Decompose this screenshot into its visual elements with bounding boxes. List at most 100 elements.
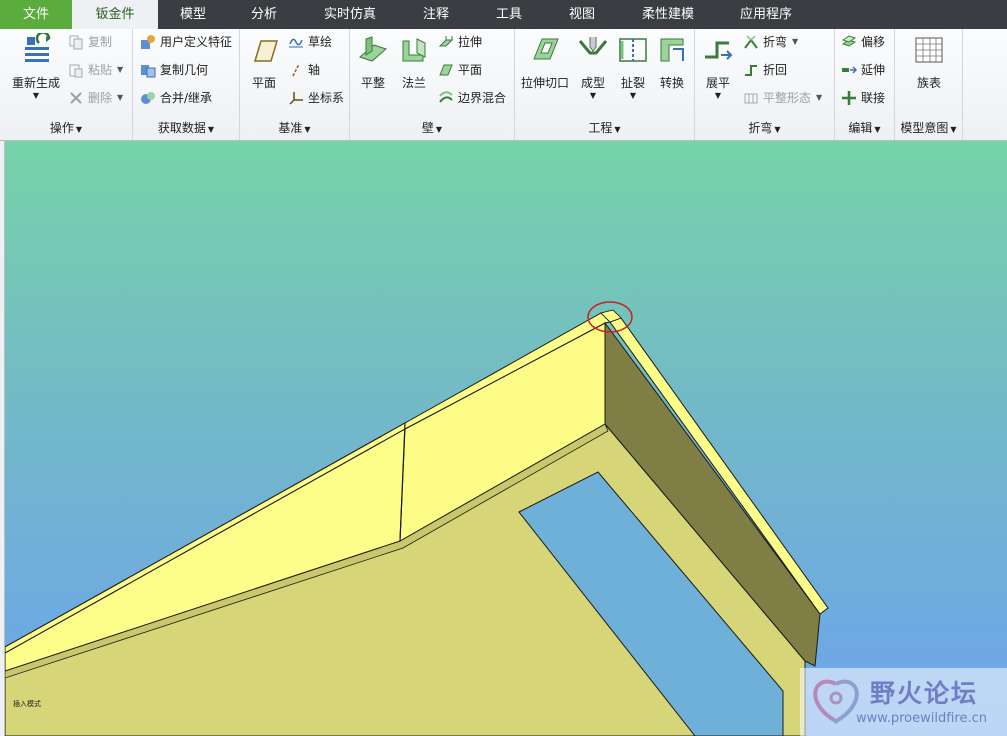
rip-icon — [619, 38, 647, 62]
watermark: 野火论坛 www.proewildfire.cn — [800, 668, 1007, 736]
unbend-button[interactable]: 展平 ▼ — [699, 33, 737, 101]
datum-plane-button[interactable]: 平面 — [244, 33, 284, 91]
watermark-title: 野火论坛 — [870, 679, 979, 708]
mode-status-text: 插入模式 — [13, 700, 41, 708]
sheetmetal-model[interactable] — [5, 141, 1007, 736]
chevron-down-icon: ▼ — [774, 125, 781, 134]
convert-button[interactable]: 转换 — [653, 33, 691, 91]
tab-model[interactable]: 模型 — [158, 0, 228, 29]
user-defined-feature-button[interactable]: 用户定义特征 — [140, 31, 232, 53]
tab-file[interactable]: 文件 — [0, 0, 72, 29]
group-get-data: 用户定义特征 复制几何 合并/继承 获取数据 ▼ — [133, 29, 240, 140]
chevron-down-icon: ▼ — [714, 91, 722, 100]
group-label-model-intent[interactable]: 模型意图 ▼ — [895, 119, 962, 136]
group-label-operations[interactable]: 操作 ▼ — [0, 119, 132, 136]
chevron-down-icon: ▼ — [117, 65, 124, 74]
regenerate-icon — [25, 31, 51, 62]
flat-pattern-icon — [744, 93, 758, 104]
chevron-down-icon: ▼ — [614, 125, 621, 134]
family-table-button[interactable]: 族表 — [909, 33, 949, 91]
rip-button[interactable]: 扯裂 ▼ — [615, 33, 651, 101]
tab-flexible-modeling[interactable]: 柔性建模 — [618, 0, 718, 29]
chevron-down-icon: ▼ — [117, 93, 124, 102]
boundary-blend-icon — [439, 91, 453, 103]
group-label-wall[interactable]: 壁 ▼ — [350, 119, 514, 136]
paste-icon — [69, 64, 83, 78]
merge-icon — [141, 92, 155, 104]
regenerate-button[interactable]: 重新生成 ▼ — [8, 31, 64, 101]
offset-button[interactable]: 偏移 — [841, 31, 885, 53]
chevron-down-icon: ▼ — [950, 125, 957, 134]
sketch-icon — [289, 38, 303, 48]
group-engineering: 拉伸切口 成型 ▼ 扯裂 ▼ 转换 工程 ▼ — [515, 29, 695, 140]
tab-analysis[interactable]: 分析 — [228, 0, 300, 29]
coordinate-system-icon — [289, 92, 303, 105]
group-model-intent: 族表 模型意图 ▼ — [895, 29, 963, 140]
extrude-wall-button[interactable]: 拉伸 — [438, 31, 482, 53]
copy-icon — [69, 35, 83, 50]
offset-icon — [841, 35, 857, 47]
form-icon — [578, 37, 608, 55]
family-table-icon — [915, 37, 943, 63]
chevron-down-icon: ▼ — [589, 91, 597, 100]
extend-icon — [842, 66, 857, 74]
group-label-engineering[interactable]: 工程 ▼ — [515, 119, 694, 136]
chevron-down-icon: ▼ — [207, 125, 215, 134]
extrude-icon — [438, 36, 454, 47]
tab-annotate[interactable]: 注释 — [400, 0, 472, 29]
udf-icon — [141, 35, 155, 49]
flat-wall-icon — [359, 36, 387, 62]
unbend-icon — [705, 41, 733, 60]
copy-geometry-button[interactable]: 复制几何 — [140, 59, 208, 81]
group-datum: 平面 草绘 轴 坐标系 基准 ▼ — [240, 29, 350, 140]
chevron-down-icon: ▼ — [32, 91, 40, 100]
planar-wall-button[interactable]: 平面 — [438, 59, 482, 81]
planar-icon — [439, 64, 453, 76]
ribbon: 重新生成 ▼ 复制 粘贴 ▼ 删除 ▼ 操作 ▼ 用户定义特征 复制几何 合并/… — [0, 29, 1007, 141]
join-button[interactable]: 联接 — [841, 87, 885, 109]
form-button[interactable]: 成型 ▼ — [573, 33, 613, 101]
group-edit: 偏移 延伸 联接 编辑 ▼ — [835, 29, 895, 140]
tab-sheetmetal[interactable]: 钣金件 — [72, 0, 158, 29]
bend-back-button[interactable]: 折回 — [743, 59, 787, 81]
extrude-cut-button[interactable]: 拉伸切口 — [519, 33, 571, 91]
paste-button[interactable]: 粘贴 ▼ — [68, 59, 123, 81]
bend-icon — [744, 35, 758, 49]
chevron-down-icon: ▼ — [629, 91, 637, 100]
flange-wall-button[interactable]: 法兰 — [394, 33, 434, 91]
copy-geometry-icon — [141, 65, 156, 78]
group-label-get-data[interactable]: 获取数据 ▼ — [133, 119, 239, 136]
plane-icon — [253, 40, 279, 62]
graphics-viewport[interactable]: 插入模式 野火论坛 www.proewildfire.cn — [5, 141, 1007, 736]
copy-button[interactable]: 复制 — [68, 31, 112, 53]
chevron-down-icon: ▼ — [792, 37, 799, 46]
chevron-down-icon: ▼ — [874, 125, 881, 134]
chevron-down-icon: ▼ — [816, 93, 823, 102]
chevron-down-icon: ▼ — [435, 125, 443, 134]
delete-button[interactable]: 删除 ▼ — [68, 87, 123, 109]
group-label-datum[interactable]: 基准 ▼ — [240, 119, 349, 136]
group-label-bend[interactable]: 折弯 ▼ — [695, 119, 834, 136]
tab-applications[interactable]: 应用程序 — [718, 0, 814, 29]
bend-button[interactable]: 折弯 ▼ — [743, 31, 798, 53]
group-bend: 展平 ▼ 折弯 ▼ 折回 平整形态 ▼ 折弯 ▼ — [695, 29, 835, 140]
merge-inherit-button[interactable]: 合并/继承 — [140, 87, 212, 109]
flange-icon — [402, 38, 426, 62]
boundary-blend-button[interactable]: 边界混合 — [438, 87, 506, 109]
axis-button[interactable]: 轴 — [288, 59, 320, 81]
sketch-button[interactable]: 草绘 — [288, 31, 332, 53]
watermark-url: www.proewildfire.cn — [856, 711, 987, 726]
chevron-down-icon: ▼ — [304, 125, 311, 134]
axis-icon — [292, 63, 300, 77]
extend-button[interactable]: 延伸 — [841, 59, 885, 81]
ribbon-tab-bar: 文件 钣金件 模型 分析 实时仿真 注释 工具 视图 柔性建模 应用程序 — [0, 0, 1007, 29]
tab-view[interactable]: 视图 — [546, 0, 618, 29]
tab-live-simulation[interactable]: 实时仿真 — [300, 0, 400, 29]
flat-pattern-button[interactable]: 平整形态 ▼ — [743, 87, 822, 109]
delete-icon — [70, 92, 82, 104]
tab-tools[interactable]: 工具 — [472, 0, 546, 29]
flat-wall-button[interactable]: 平整 — [354, 33, 392, 91]
convert-icon — [660, 38, 684, 62]
group-label-edit[interactable]: 编辑 ▼ — [835, 119, 894, 136]
coordinate-system-button[interactable]: 坐标系 — [288, 87, 344, 109]
